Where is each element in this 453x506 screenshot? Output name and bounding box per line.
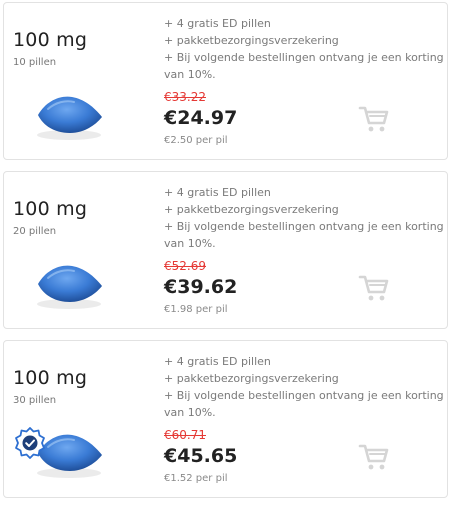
benefit-item: + pakketbezorgingsverzekering bbox=[164, 203, 339, 216]
shopping-cart-icon[interactable] bbox=[358, 442, 390, 472]
shopping-cart-icon[interactable] bbox=[358, 273, 390, 303]
old-price: €52.69 bbox=[164, 259, 206, 273]
benefits-list: + 4 gratis ED pillen + pakketbezorgingsv… bbox=[164, 184, 444, 252]
verified-badge-icon bbox=[13, 426, 47, 460]
benefit-item: + 4 gratis ED pillen bbox=[164, 355, 271, 368]
price-per-pill: €2.50 per pil bbox=[164, 135, 228, 146]
price: €45.65 bbox=[164, 445, 238, 467]
benefit-item: + Bij volgende bestellingen ontvang je e… bbox=[164, 220, 444, 233]
old-price: €60.71 bbox=[164, 428, 206, 442]
product-card-10: 100 mg 10 pillen + 4 gratis ED pillen + … bbox=[3, 2, 448, 160]
dose-label: 100 mg bbox=[13, 367, 88, 389]
benefit-item: + 4 gratis ED pillen bbox=[164, 17, 271, 30]
benefit-item: + pakketbezorgingsverzekering bbox=[164, 34, 339, 47]
pill-count: 20 pillen bbox=[13, 226, 57, 237]
old-price: €33.22 bbox=[164, 90, 206, 104]
price: €24.97 bbox=[164, 107, 238, 129]
pill-count: 10 pillen bbox=[13, 57, 57, 68]
pill-count: 30 pillen bbox=[13, 395, 57, 406]
benefit-item: + Bij volgende bestellingen ontvang je e… bbox=[164, 51, 444, 64]
product-card-20: 100 mg 20 pillen + 4 gratis ED pillen + … bbox=[3, 171, 448, 329]
dose-label: 100 mg bbox=[13, 29, 88, 51]
benefit-item: + Bij volgende bestellingen ontvang je e… bbox=[164, 389, 444, 402]
benefit-item: van 10%. bbox=[164, 68, 216, 81]
price-per-pill: €1.52 per pil bbox=[164, 473, 228, 484]
benefit-item: van 10%. bbox=[164, 237, 216, 250]
benefit-item: + pakketbezorgingsverzekering bbox=[164, 372, 339, 385]
benefit-item: van 10%. bbox=[164, 406, 216, 419]
blue-pill-icon bbox=[24, 85, 114, 145]
benefits-list: + 4 gratis ED pillen + pakketbezorgingsv… bbox=[164, 353, 444, 421]
blue-pill-icon bbox=[24, 254, 114, 314]
benefit-item: + 4 gratis ED pillen bbox=[164, 186, 271, 199]
price-per-pill: €1.98 per pil bbox=[164, 304, 228, 315]
price: €39.62 bbox=[164, 276, 238, 298]
product-card-30: 100 mg 30 pillen + 4 gratis ED pillen + … bbox=[3, 340, 448, 498]
dose-label: 100 mg bbox=[13, 198, 88, 220]
benefits-list: + 4 gratis ED pillen + pakketbezorgingsv… bbox=[164, 15, 444, 83]
shopping-cart-icon[interactable] bbox=[358, 104, 390, 134]
